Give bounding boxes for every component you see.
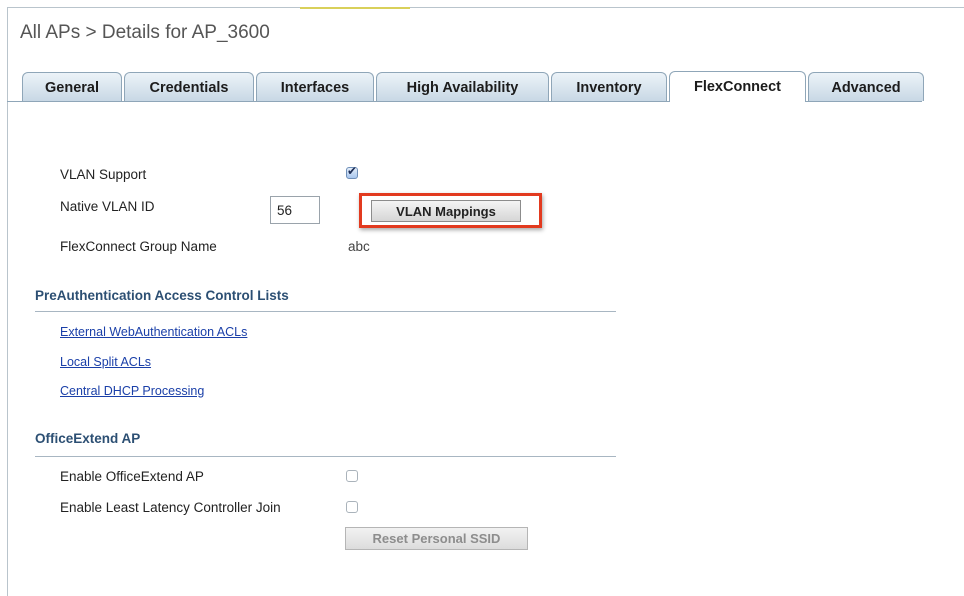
- least-latency-join-checkbox[interactable]: [346, 501, 358, 513]
- flexconnect-group-name-label: FlexConnect Group Name: [60, 239, 217, 254]
- external-webauth-acls-link[interactable]: External WebAuthentication ACLs: [60, 325, 247, 339]
- least-latency-join-label: Enable Least Latency Controller Join: [60, 500, 281, 515]
- tab-credentials[interactable]: Credentials: [124, 72, 254, 101]
- preauth-acl-section-title: PreAuthentication Access Control Lists: [35, 288, 289, 303]
- tab-interfaces[interactable]: Interfaces: [256, 72, 374, 101]
- enable-officeextend-checkbox[interactable]: [346, 470, 358, 482]
- tab-inventory[interactable]: Inventory: [551, 72, 667, 101]
- page-title: All APs > Details for AP_3600: [20, 22, 270, 43]
- tab-advanced[interactable]: Advanced: [808, 72, 924, 101]
- officeextend-section-title: OfficeExtend AP: [35, 431, 141, 446]
- flexconnect-group-name-value: abc: [348, 239, 370, 254]
- vlan-support-checkbox[interactable]: [346, 164, 358, 179]
- local-split-acls-link[interactable]: Local Split ACLs: [60, 355, 151, 369]
- central-dhcp-processing-link[interactable]: Central DHCP Processing: [60, 384, 204, 398]
- tab-general[interactable]: General: [22, 72, 122, 101]
- native-vlan-input[interactable]: [270, 196, 320, 224]
- officeextend-section-divider: [35, 456, 616, 457]
- tab-high-availability[interactable]: High Availability: [376, 72, 549, 101]
- top-accent-strip: [300, 7, 410, 9]
- reset-personal-ssid-button[interactable]: Reset Personal SSID: [345, 527, 528, 550]
- enable-officeextend-label: Enable OfficeExtend AP: [60, 469, 204, 484]
- tab-flexconnect[interactable]: FlexConnect: [669, 71, 806, 102]
- native-vlan-label: Native VLAN ID: [60, 199, 155, 214]
- preauth-section-divider: [35, 311, 616, 312]
- vlan-support-label: VLAN Support: [60, 167, 147, 182]
- vlan-mappings-button[interactable]: VLAN Mappings: [371, 200, 521, 222]
